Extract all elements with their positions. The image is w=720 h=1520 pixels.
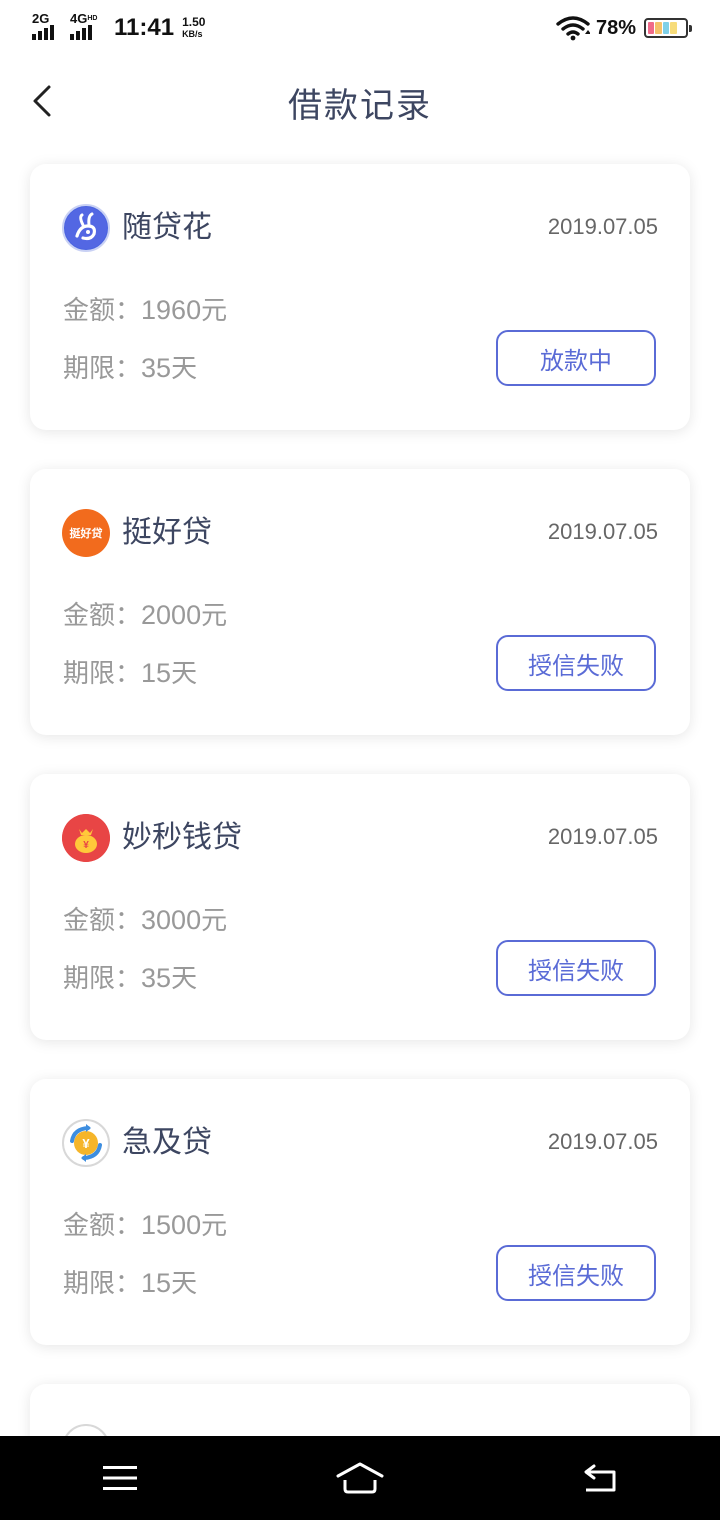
loan-name: 急及贷 [122,1125,212,1160]
menu-button[interactable] [60,1436,180,1520]
home-icon [336,1462,384,1494]
network-type-2: 4GHD [70,11,98,26]
battery-percent: 78% [595,16,636,39]
exchange-coin-icon: ¥ [70,1124,102,1162]
money-bag-icon: ¥ [62,814,110,862]
status-right: 78% [556,14,692,42]
loan-term: 期限：15天 [63,658,198,689]
loan-list: 随贷花 2019.07.05 金额：1960元 期限：35天 放款中 挺好贷 挺… [30,164,690,1520]
loan-status-button[interactable]: 授信失败 [496,635,656,691]
loan-status-button[interactable]: 授信失败 [496,940,656,996]
status-left: 2G 4GHD 11:41 1.50 KB/s [32,12,205,44]
wifi-icon [556,16,590,41]
loan-term: 期限：35天 [63,353,198,384]
system-nav-bar [0,1436,720,1520]
battery-icon [644,18,692,38]
loan-amount: 金额：3000元 [63,905,228,936]
status-bar: 2G 4GHD 11:41 1.50 KB/s 78% [0,0,720,56]
menu-icon [103,1466,137,1490]
loan-status-button[interactable]: 放款中 [496,330,656,386]
loan-name: 挺好贷 [122,515,212,550]
loan-card[interactable]: ¥ 妙秒钱贷 2019.07.05 金额：3000元 期限：35天 授信失败 [30,774,690,1040]
loan-date: 2019.07.05 [547,824,658,849]
signal-icon: 2G [32,12,66,42]
loan-amount: 金额：1960元 [63,295,228,326]
loan-date: 2019.07.05 [547,1129,658,1154]
svg-text:¥: ¥ [82,1136,90,1151]
back-nav-button[interactable] [540,1436,660,1520]
loan-amount: 金额：1500元 [63,1210,228,1241]
loan-date: 2019.07.05 [547,214,658,239]
clock: 11:41 [114,14,175,41]
back-icon [584,1464,616,1492]
loan-name: 随贷花 [122,210,212,245]
loan-status-button[interactable]: 授信失败 [496,1245,656,1301]
loan-term: 期限：15天 [63,1268,198,1299]
loan-name: 妙秒钱贷 [122,820,242,855]
loan-date: 2019.07.05 [547,519,658,544]
suidaihua-logo [62,204,110,252]
loan-card[interactable]: 随贷花 2019.07.05 金额：1960元 期限：35天 放款中 [30,164,690,430]
home-button[interactable] [300,1436,420,1520]
loan-amount: 金额：2000元 [63,600,228,631]
signal-icon: 4GHD [70,12,104,42]
svg-text:¥: ¥ [83,840,89,851]
tinghaodai-logo: 挺好贷 [62,509,110,557]
jijidai-logo: ¥ [62,1119,110,1167]
rabbit-icon [65,207,107,249]
logo-text: 挺好贷 [69,527,103,540]
loan-term: 期限：35天 [63,963,198,994]
miaomiaoqiandai-logo: ¥ [62,814,110,862]
header: 借款记录 [0,56,720,148]
network-type-1: 2G [32,11,50,26]
page-title: 借款记录 [288,86,432,126]
loan-card[interactable]: ¥ 急及贷 2019.07.05 金额：1500元 期限：15天 授信失败 [30,1079,690,1345]
loan-card[interactable]: 挺好贷 挺好贷 2019.07.05 金额：2000元 期限：15天 授信失败 [30,469,690,735]
network-speed: 1.50 KB/s [182,15,206,39]
